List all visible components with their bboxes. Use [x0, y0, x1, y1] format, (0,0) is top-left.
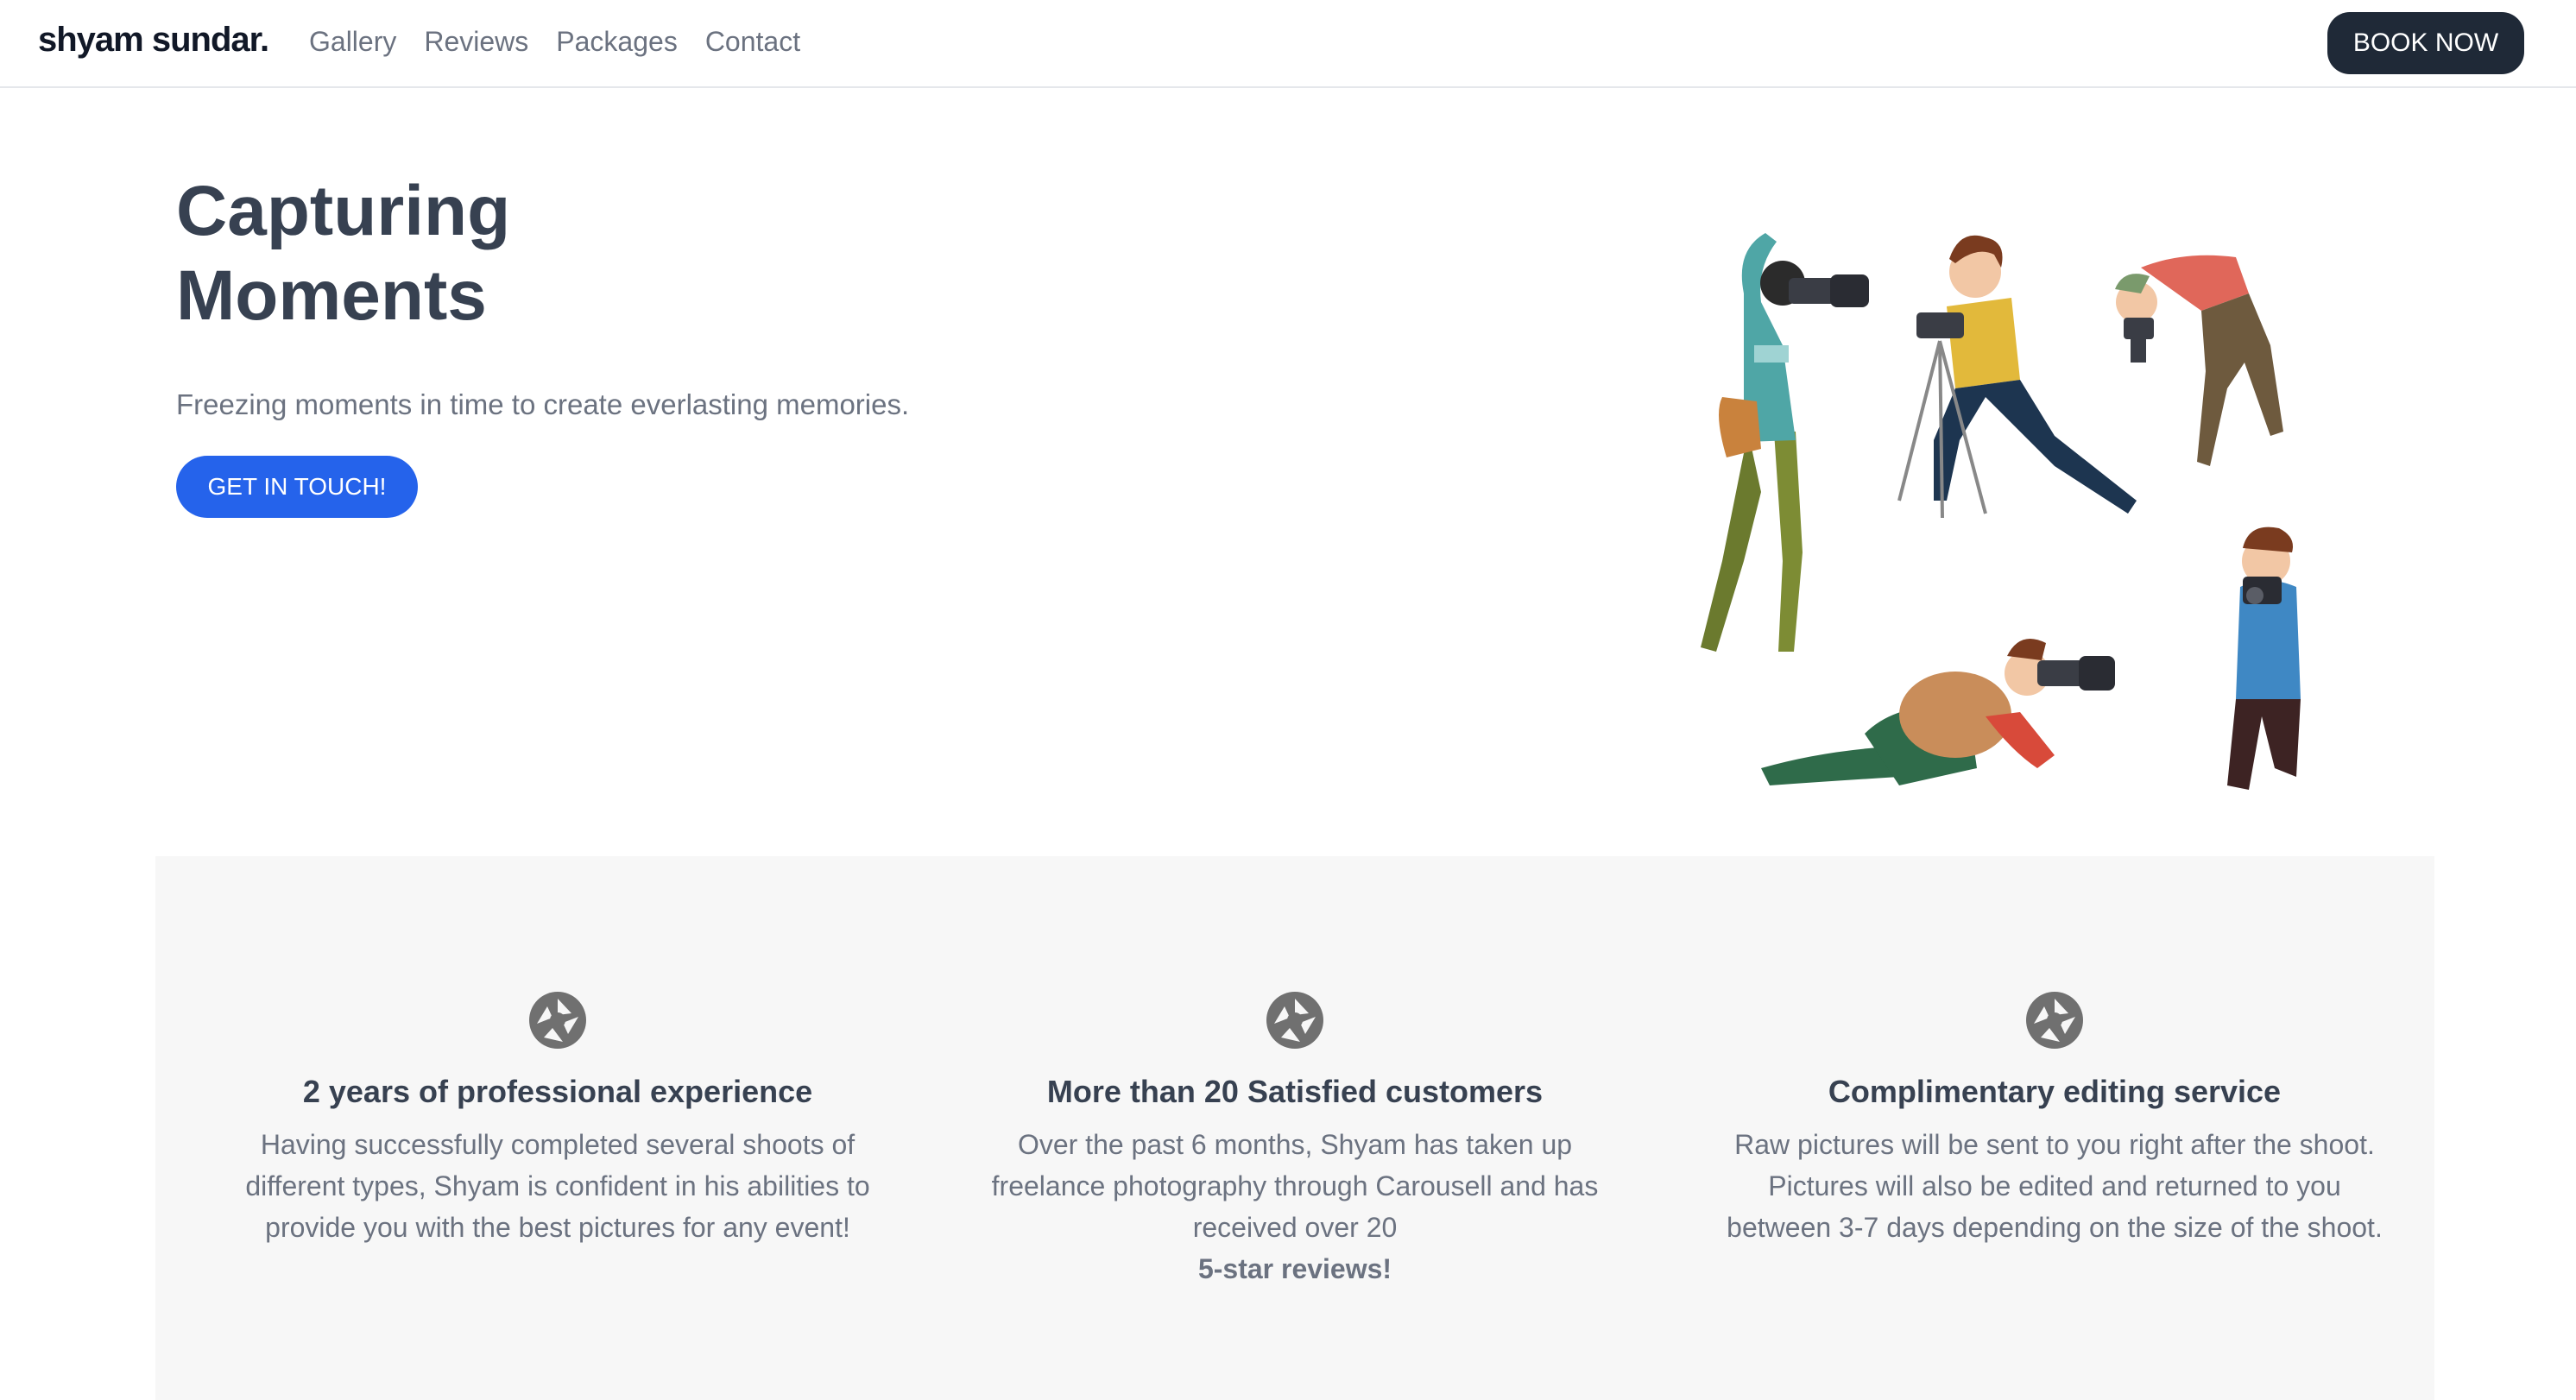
camera-aperture-icon: [2026, 992, 2083, 1049]
feature-title-customers: More than 20 Satisfied customers: [1046, 1074, 1544, 1109]
feature-text-editing: Raw pictures will be sent to you right a…: [1727, 1129, 2383, 1243]
feature-text-customers-body: Over the past 6 months, Shyam has taken …: [991, 1129, 1599, 1243]
photographer-bending-icon: [2115, 255, 2283, 466]
feature-text-customers: Over the past 6 months, Shyam has taken …: [967, 1124, 1623, 1290]
feature-card-experience: 2 years of professional experience Havin…: [230, 991, 886, 1248]
nav-links: Gallery Reviews Packages Contact: [309, 26, 800, 58]
brand-logo[interactable]: shyam sundar.: [38, 21, 269, 60]
hero-title: Capturing Moments: [176, 169, 510, 338]
photographer-tripod-icon: [1897, 235, 2137, 519]
photographer-kneeling-icon: [2227, 527, 2301, 790]
nav-link-packages[interactable]: Packages: [556, 26, 678, 58]
camera-aperture-icon: [1266, 992, 1323, 1049]
nav-link-contact[interactable]: Contact: [705, 26, 800, 58]
feature-card-editing: Complimentary editing service Raw pictur…: [1727, 991, 2383, 1248]
features-section: 2 years of professional experience Havin…: [155, 856, 2434, 1400]
feature-title-experience: 2 years of professional experience: [302, 1074, 813, 1109]
hero-title-line2: Moments: [176, 256, 487, 335]
photographer-standing-icon: [1701, 233, 1869, 652]
nav-link-reviews[interactable]: Reviews: [424, 26, 528, 58]
get-in-touch-button[interactable]: GET IN TOUCH!: [176, 456, 418, 518]
feature-text-experience: Having successfully completed several sh…: [245, 1129, 870, 1243]
book-now-button[interactable]: BOOK NOW: [2327, 12, 2524, 74]
nav-link-gallery[interactable]: Gallery: [309, 26, 396, 58]
photographers-illustration: [1701, 233, 2301, 790]
hero-subtitle: Freezing moments in time to create everl…: [176, 388, 910, 420]
camera-aperture-icon: [529, 992, 586, 1049]
feature-card-customers: More than 20 Satisfied customers Over th…: [967, 991, 1623, 1290]
photographer-lying-icon: [1761, 639, 2115, 785]
feature-title-editing: Complimentary editing service: [1828, 1074, 2282, 1109]
hero-title-line1: Capturing: [176, 172, 511, 250]
five-star-reviews-emphasis: 5-star reviews!: [1197, 1253, 1392, 1284]
navbar: shyam sundar. Gallery Reviews Packages C…: [0, 0, 2576, 88]
